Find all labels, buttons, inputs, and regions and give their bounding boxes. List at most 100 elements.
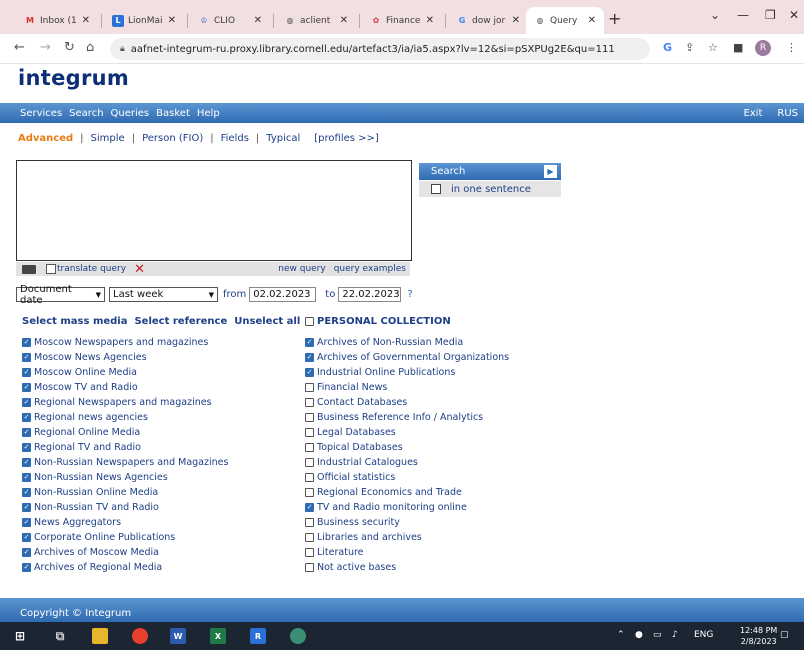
unchecked-checkbox[interactable] — [305, 473, 314, 482]
tray-app-icon[interactable]: ● — [635, 630, 643, 640]
source-option[interactable]: ✓ Moscow News Agencies — [22, 352, 228, 363]
checked-checkbox[interactable]: ✓ — [22, 473, 31, 482]
source-option[interactable]: Literature — [305, 547, 509, 558]
checked-checkbox[interactable]: ✓ — [22, 518, 31, 527]
chrome-profile-icon[interactable] — [290, 628, 306, 644]
address-bar[interactable]: 🔒︎ aafnet-integrum-ru.proxy.library.corn… — [110, 38, 650, 60]
browser-tab[interactable]: ✿ Finance ✕ — [362, 7, 442, 34]
menu-services[interactable]: Services — [20, 108, 62, 119]
keyboard-icon[interactable] — [22, 264, 36, 274]
reload-icon[interactable]: ↻ — [64, 40, 75, 55]
close-tab-icon[interactable]: ✕ — [512, 15, 520, 26]
google-lens-icon[interactable]: G — [663, 41, 672, 54]
close-tab-icon[interactable]: ✕ — [168, 15, 176, 26]
new-query-link[interactable]: new query — [278, 264, 325, 274]
share-icon[interactable]: ⇪ — [685, 41, 694, 54]
one-sentence-option[interactable]: in one sentence — [419, 181, 561, 197]
unchecked-checkbox[interactable] — [305, 488, 314, 497]
checked-checkbox[interactable]: ✓ — [22, 353, 31, 362]
site-logo[interactable]: integrum — [18, 66, 129, 90]
source-option[interactable]: Regional Economics and Trade — [305, 487, 509, 498]
network-icon[interactable]: ▭ — [653, 630, 662, 640]
to-date-input[interactable]: 22.02.2023 — [338, 287, 402, 302]
source-option[interactable]: Libraries and archives — [305, 532, 509, 543]
source-option[interactable]: Legal Databases — [305, 427, 509, 438]
translate-query-checkbox[interactable] — [46, 264, 56, 274]
task-view-icon[interactable]: ⧉ — [52, 628, 68, 644]
new-tab-icon[interactable]: + — [608, 9, 621, 28]
excel-icon[interactable]: X — [210, 628, 226, 644]
checked-checkbox[interactable]: ✓ — [22, 563, 31, 572]
unchecked-checkbox[interactable] — [305, 533, 314, 542]
source-option[interactable]: ✓ Archives of Governmental Organizations — [305, 352, 509, 363]
select-mass-media-link[interactable]: Select mass media — [22, 316, 127, 327]
menu-exit[interactable]: Exit — [743, 108, 762, 119]
source-option[interactable]: ✓ Non-Russian News Agencies — [22, 472, 228, 483]
source-option[interactable]: ✓ Moscow TV and Radio — [22, 382, 228, 393]
bookmark-star-icon[interactable]: ☆ — [708, 41, 718, 54]
source-option[interactable]: Contact Databases — [305, 397, 509, 408]
tray-chevron-icon[interactable]: ⌃ — [617, 630, 625, 640]
menu-basket[interactable]: Basket — [156, 108, 190, 119]
close-tab-icon[interactable]: ✕ — [588, 15, 596, 26]
profile-avatar[interactable]: R — [755, 40, 771, 56]
unchecked-checkbox[interactable] — [305, 428, 314, 437]
personal-collection-checkbox[interactable] — [305, 317, 314, 326]
close-tab-icon[interactable]: ✕ — [340, 15, 348, 26]
menu-search[interactable]: Search — [69, 108, 103, 119]
browser-tab[interactable]: M Inbox (1 ✕ — [16, 7, 98, 34]
source-option[interactable]: ✓ Corporate Online Publications — [22, 532, 228, 543]
select-reference-link[interactable]: Select reference — [134, 316, 227, 327]
unchecked-checkbox[interactable] — [305, 458, 314, 467]
clear-query-icon[interactable]: ✕ — [134, 262, 145, 277]
taskbar-clock[interactable]: 12:48 PM 2/8/2023 — [740, 625, 777, 647]
period-select[interactable]: Last week ▼ — [109, 287, 218, 302]
query-textarea[interactable] — [16, 160, 412, 261]
checked-checkbox[interactable]: ✓ — [22, 443, 31, 452]
browser-tab-active[interactable]: ◍ Query ✕ — [526, 7, 604, 34]
source-option[interactable]: ✓ Non-Russian Online Media — [22, 487, 228, 498]
checked-checkbox[interactable]: ✓ — [22, 548, 31, 557]
source-option[interactable]: Industrial Catalogues — [305, 457, 509, 468]
checked-checkbox[interactable]: ✓ — [22, 533, 31, 542]
personal-collection[interactable]: PERSONAL COLLECTION — [305, 316, 451, 327]
source-option[interactable]: Official statistics — [305, 472, 509, 483]
query-examples-link[interactable]: query examples — [334, 264, 406, 274]
menu-queries[interactable]: Queries — [111, 108, 150, 119]
checked-checkbox[interactable]: ✓ — [22, 428, 31, 437]
checked-checkbox[interactable]: ✓ — [22, 458, 31, 467]
source-option[interactable]: ✓ Regional Newspapers and magazines — [22, 397, 228, 408]
unchecked-checkbox[interactable] — [305, 443, 314, 452]
tab-search-icon[interactable]: ⌄ — [710, 8, 720, 22]
date-type-select[interactable]: Document date ▼ — [16, 284, 105, 306]
menu-help[interactable]: Help — [197, 108, 220, 119]
close-tab-icon[interactable]: ✕ — [426, 15, 434, 26]
source-option[interactable]: ✓ Non-Russian Newspapers and Magazines — [22, 457, 228, 468]
source-option[interactable]: ✓ Archives of Non-Russian Media — [305, 337, 509, 348]
unchecked-checkbox[interactable] — [305, 548, 314, 557]
unselect-all-link[interactable]: Unselect all — [234, 316, 300, 327]
browser-tab[interactable]: G dow jor ✕ — [448, 7, 528, 34]
search-button[interactable]: Search ▶ — [419, 163, 561, 180]
tab-person[interactable]: Person (FIO) — [142, 133, 203, 144]
source-option[interactable]: Not active bases — [305, 562, 509, 573]
back-icon[interactable]: ← — [14, 40, 25, 55]
menu-language[interactable]: RUS — [777, 108, 798, 119]
close-tab-icon[interactable]: ✕ — [254, 15, 262, 26]
word-icon[interactable]: W — [170, 628, 186, 644]
close-tab-icon[interactable]: ✕ — [82, 15, 90, 26]
restore-icon[interactable]: ❐ — [765, 8, 776, 22]
checked-checkbox[interactable]: ✓ — [22, 503, 31, 512]
source-option[interactable]: ✓ Archives of Regional Media — [22, 562, 228, 573]
source-option[interactable]: ✓ Non-Russian TV and Radio — [22, 502, 228, 513]
checked-checkbox[interactable]: ✓ — [22, 338, 31, 347]
checked-checkbox[interactable]: ✓ — [22, 488, 31, 497]
source-option[interactable]: ✓ Archives of Moscow Media — [22, 547, 228, 558]
source-option[interactable]: ✓ Industrial Online Publications — [305, 367, 509, 378]
chrome-icon[interactable] — [132, 628, 148, 644]
source-option[interactable]: ✓ TV and Radio monitoring online — [305, 502, 509, 513]
close-window-icon[interactable]: ✕ — [789, 8, 799, 22]
source-option[interactable]: ✓ News Aggregators — [22, 517, 228, 528]
browser-tab[interactable]: ♔ CLIO ✕ — [190, 7, 270, 34]
source-option[interactable]: ✓ Regional Online Media — [22, 427, 228, 438]
